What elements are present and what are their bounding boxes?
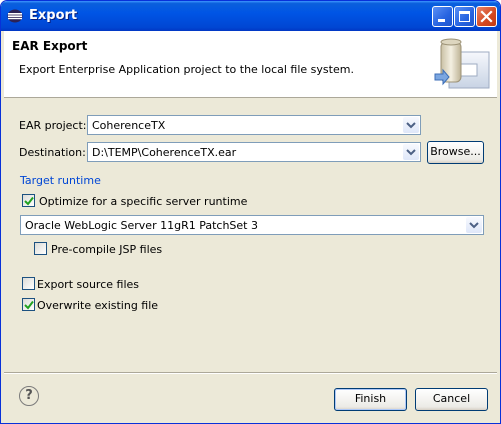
export-source-label[interactable]: Export source files [37, 278, 139, 291]
ear-project-value: CoherenceTX [92, 119, 166, 132]
checkmark-icon [24, 196, 34, 206]
precompile-jsp-checkbox[interactable] [34, 242, 47, 255]
minimize-icon [438, 19, 445, 22]
overwrite-checkbox[interactable] [22, 298, 35, 311]
ear-project-combo[interactable]: CoherenceTX [87, 115, 421, 135]
destination-label: Destination: [19, 146, 86, 159]
minimize-button[interactable] [432, 6, 453, 27]
close-icon [480, 10, 493, 23]
optimize-checkbox[interactable] [22, 194, 35, 207]
window-title: Export [29, 8, 78, 23]
precompile-jsp-label[interactable]: Pre-compile JSP files [51, 243, 162, 256]
maximize-button[interactable] [454, 6, 475, 27]
eclipse-icon [7, 9, 23, 23]
server-runtime-value: Oracle WebLogic Server 11gR1 PatchSet 3 [25, 219, 258, 232]
browse-button[interactable]: Browse... [427, 141, 484, 164]
optimize-label[interactable]: Optimize for a specific server runtime [39, 195, 247, 208]
chevron-down-icon[interactable] [403, 144, 419, 160]
destination-value: D:\TEMP\CoherenceTX.ear [92, 146, 237, 159]
chevron-down-icon[interactable] [466, 217, 482, 233]
ear-project-label: EAR project: [19, 119, 87, 132]
finish-button[interactable]: Finish [334, 388, 407, 411]
page-title: EAR Export [12, 39, 88, 53]
destination-combo[interactable]: D:\TEMP\CoherenceTX.ear [87, 142, 421, 162]
wizard-header: EAR Export Export Enterprise Application… [4, 31, 497, 98]
close-button[interactable] [476, 6, 497, 27]
target-runtime-heading: Target runtime [20, 174, 101, 187]
page-description: Export Enterprise Application project to… [19, 63, 354, 76]
footer-separator [4, 372, 497, 374]
server-runtime-combo[interactable]: Oracle WebLogic Server 11gR1 PatchSet 3 [20, 215, 484, 235]
help-icon[interactable]: ? [19, 386, 39, 406]
export-dialog: Export EAR Export Export Enterprise Appl… [0, 0, 501, 424]
maximize-icon [459, 11, 470, 22]
chevron-down-icon[interactable] [403, 117, 419, 133]
ear-export-wizard-graphic [434, 38, 490, 89]
overwrite-label[interactable]: Overwrite existing file [37, 299, 158, 312]
export-source-checkbox[interactable] [22, 277, 35, 290]
checkmark-icon [24, 300, 34, 310]
cancel-button[interactable]: Cancel [415, 388, 488, 411]
title-bar[interactable]: Export [1, 1, 500, 31]
